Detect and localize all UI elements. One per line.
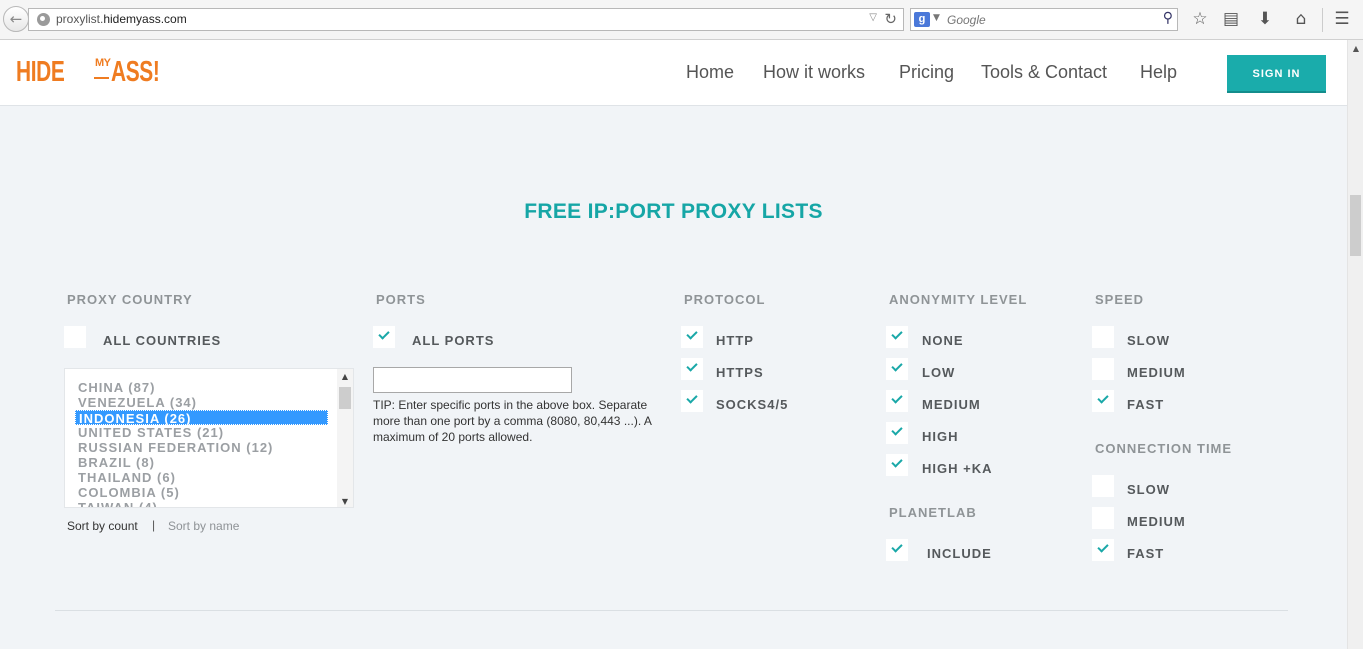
all-ports-checkbox[interactable] (373, 326, 395, 348)
logo-word-ass: ASS! (111, 56, 160, 88)
speed-medium-checkbox[interactable] (1092, 358, 1114, 380)
section-divider (55, 610, 1288, 611)
conn-fast-checkbox[interactable] (1092, 539, 1114, 561)
anonymity-low-checkbox[interactable] (886, 358, 908, 380)
page-scrollbar[interactable]: ▲ (1347, 40, 1363, 649)
speed-fast-checkbox[interactable] (1092, 390, 1114, 412)
conn-slow-label[interactable]: SLOW (1127, 482, 1170, 497)
scroll-up-icon[interactable]: ▲ (1348, 44, 1363, 53)
country-option[interactable]: THAILAND (6) (75, 470, 328, 485)
hidemyass-logo[interactable]: HIDE MY ASS! (16, 54, 160, 94)
planetlab-label: PLANETLAB (889, 505, 977, 520)
list-scroll-down-icon[interactable]: ▼ (337, 497, 353, 506)
menu-hamburger-icon[interactable]: ☰ (1331, 9, 1353, 29)
all-ports-label[interactable]: ALL PORTS (412, 333, 494, 348)
ports-input[interactable] (373, 367, 572, 393)
http-checkbox[interactable] (681, 326, 703, 348)
anonymity-high-ka-checkbox[interactable] (886, 454, 908, 476)
socks-label[interactable]: SOCKS4/5 (716, 397, 788, 412)
anonymity-high-ka-label[interactable]: HIGH +KA (922, 461, 992, 476)
globe-icon (37, 13, 50, 26)
speed-slow-label[interactable]: SLOW (1127, 333, 1170, 348)
speed-label: SPEED (1095, 292, 1145, 307)
url-dropdown-icon[interactable]: ▽ (869, 12, 877, 23)
speed-slow-checkbox[interactable] (1092, 326, 1114, 348)
list-scroll-thumb[interactable] (339, 387, 351, 409)
country-option[interactable]: CHINA (87) (75, 380, 328, 395)
conn-slow-checkbox[interactable] (1092, 475, 1114, 497)
socks-checkbox[interactable] (681, 390, 703, 412)
download-icon[interactable]: ⬇ (1254, 9, 1276, 29)
nav-home[interactable]: Home (686, 62, 734, 83)
nav-how-it-works[interactable]: How it works (763, 62, 865, 83)
sort-by-count-link[interactable]: Sort by count (67, 519, 138, 533)
proxy-country-label: PROXY COUNTRY (67, 292, 193, 307)
url-text[interactable]: proxylist.hidemyass.com (56, 12, 187, 26)
logo-word-hide: HIDE (16, 56, 65, 88)
anonymity-none-checkbox[interactable] (886, 326, 908, 348)
browser-search-bar[interactable]: g ▼ Google ⚲ (910, 8, 1178, 31)
conn-fast-label[interactable]: FAST (1127, 546, 1164, 561)
country-option[interactable]: TAIWAN (4) (75, 500, 328, 507)
ports-tip: TIP: Enter specific ports in the above b… (373, 398, 652, 444)
sort-by-name-link[interactable]: Sort by name (168, 519, 239, 533)
anonymity-level-label: ANONYMITY LEVEL (889, 292, 1028, 307)
back-arrow-icon[interactable]: ← (3, 6, 29, 32)
anonymity-low-label[interactable]: LOW (922, 365, 955, 380)
search-engine-dropdown-icon[interactable]: ▼ (933, 13, 940, 23)
url-domain: hidemyass.com (103, 12, 187, 26)
scroll-thumb[interactable] (1350, 195, 1361, 256)
country-option[interactable]: UNITED STATES (21) (75, 425, 328, 440)
speed-medium-label[interactable]: MEDIUM (1127, 365, 1186, 380)
planetlab-include-label[interactable]: INCLUDE (927, 546, 992, 561)
all-countries-label[interactable]: ALL COUNTRIES (103, 333, 221, 348)
bookmarks-list-icon[interactable]: ▤ (1220, 9, 1242, 29)
country-listbox[interactable]: CHINA (87) VENEZUELA (34) INDONESIA (26)… (64, 368, 354, 508)
speed-fast-label[interactable]: FAST (1127, 397, 1164, 412)
anonymity-none-label[interactable]: NONE (922, 333, 964, 348)
anonymity-high-checkbox[interactable] (886, 422, 908, 444)
anonymity-high-label[interactable]: HIGH (922, 429, 959, 444)
protocol-label: PROTOCOL (684, 292, 766, 307)
planetlab-include-checkbox[interactable] (886, 539, 908, 561)
url-prefix: proxylist. (56, 12, 104, 26)
url-bar[interactable]: proxylist.hidemyass.com ▽ ↻ (28, 8, 904, 31)
sign-in-button[interactable]: SIGN IN (1227, 55, 1326, 93)
nav-tools-contact[interactable]: Tools & Contact (981, 62, 1107, 83)
site-header: HIDE MY ASS! Home How it works Pricing T… (0, 40, 1347, 106)
country-option[interactable]: BRAZIL (8) (75, 455, 328, 470)
toolbar-separator (1322, 8, 1323, 32)
conn-medium-checkbox[interactable] (1092, 507, 1114, 529)
country-option-selected[interactable]: INDONESIA (26) (75, 410, 328, 426)
all-countries-checkbox[interactable] (64, 326, 86, 348)
conn-medium-label[interactable]: MEDIUM (1127, 514, 1186, 529)
page-title: FREE IP:PORT PROXY LISTS (524, 200, 823, 223)
logo-word-my: MY (95, 57, 111, 69)
reload-icon[interactable]: ↻ (884, 10, 897, 28)
logo-underline (94, 77, 109, 79)
magnifier-icon[interactable]: ⚲ (1163, 10, 1173, 26)
google-icon[interactable]: g (914, 12, 930, 27)
http-label[interactable]: HTTP (716, 333, 754, 348)
anonymity-medium-checkbox[interactable] (886, 390, 908, 412)
nav-pricing[interactable]: Pricing (899, 62, 954, 83)
nav-help[interactable]: Help (1140, 62, 1177, 83)
connection-time-label: CONNECTION TIME (1095, 441, 1233, 456)
https-checkbox[interactable] (681, 358, 703, 380)
bookmark-star-icon[interactable]: ☆ (1189, 9, 1211, 29)
ports-label: PORTS (376, 292, 426, 307)
list-scroll-up-icon[interactable]: ▲ (337, 372, 353, 381)
country-option[interactable]: VENEZUELA (34) (75, 395, 328, 410)
search-placeholder: Google (947, 13, 986, 27)
sort-separator: | (152, 518, 156, 532)
https-label[interactable]: HTTPS (716, 365, 764, 380)
browser-toolbar: ← proxylist.hidemyass.com ▽ ↻ g ▼ Google… (0, 0, 1363, 40)
home-icon[interactable]: ⌂ (1290, 9, 1312, 29)
country-list-scrollbar[interactable]: ▲ ▼ (337, 369, 353, 507)
country-option[interactable]: RUSSIAN FEDERATION (12) (75, 440, 328, 455)
country-option[interactable]: COLOMBIA (5) (75, 485, 328, 500)
anonymity-medium-label[interactable]: MEDIUM (922, 397, 981, 412)
